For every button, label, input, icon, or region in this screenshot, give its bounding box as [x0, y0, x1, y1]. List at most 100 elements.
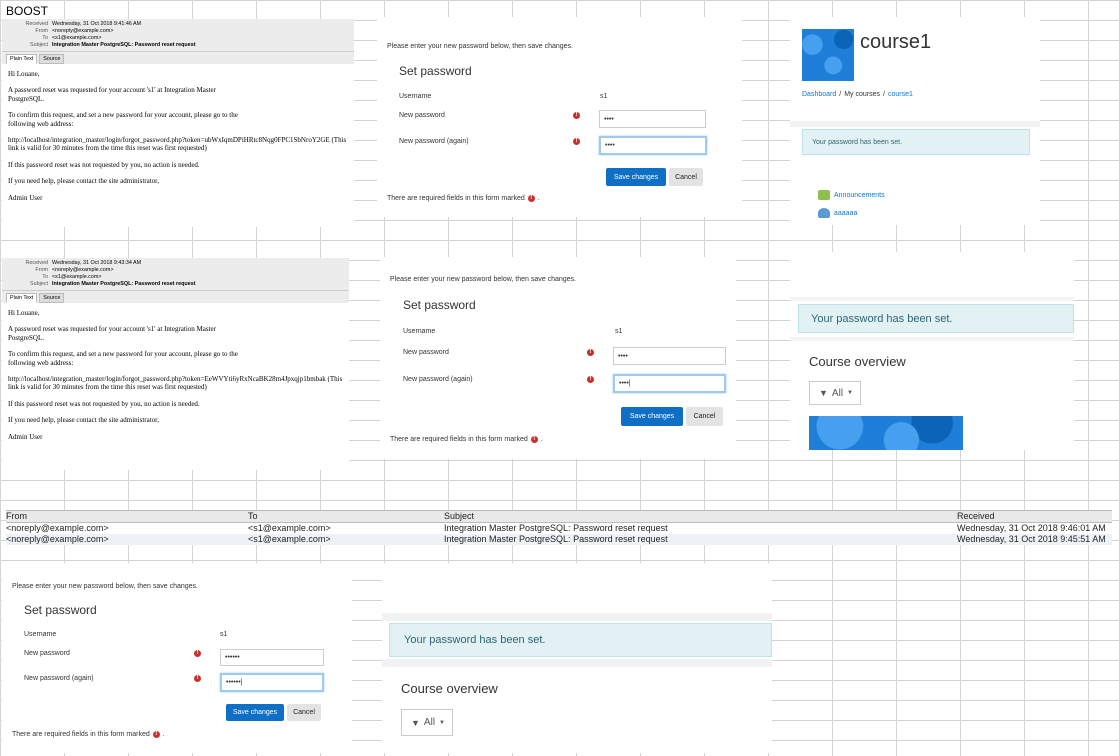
alert-text: Your password has been set.: [811, 312, 953, 325]
tab-plain-text[interactable]: Plain Text: [6, 54, 38, 64]
required-icon: !: [530, 436, 538, 443]
cell-to: <s1@example.com>: [248, 534, 331, 544]
filter-icon: ▼: [819, 388, 828, 398]
new-password-again-input[interactable]: ••••: [599, 136, 707, 155]
new-password-input[interactable]: ••••••: [220, 649, 324, 666]
filter-dropdown[interactable]: ▼ All ▼: [401, 709, 453, 736]
cancel-button[interactable]: Cancel: [669, 168, 703, 186]
new-password-again-label: New password (again): [24, 675, 94, 682]
required-icon: !: [194, 650, 201, 657]
required-note-text: There are required fields in this form m…: [390, 436, 528, 443]
email-body: Hi Louane, A password reset was requeste…: [2, 64, 354, 214]
lesson-icon: [818, 208, 830, 218]
received-value: Wednesday, 31 Oct 2018 9:43:34 AM: [52, 260, 142, 266]
received-label: Received: [25, 260, 48, 266]
activity-announcements[interactable]: Announcements: [818, 190, 885, 200]
dashboard-panel-1: Your password has been set. Course overv…: [790, 252, 1074, 450]
dashboard-panel-2: Your password has been set. Course overv…: [382, 563, 772, 753]
tab-source[interactable]: Source: [39, 54, 65, 64]
table-row[interactable]: <noreply@example.com> <s1@example.com> I…: [6, 523, 1112, 534]
tab-source[interactable]: Source: [39, 293, 65, 303]
table-header: From To Subject Received: [6, 510, 1112, 523]
email-panel-2: Received Wednesday, 31 Oct 2018 9:43:34 A…: [2, 258, 349, 470]
breadcrumb-dashboard[interactable]: Dashboard: [802, 91, 836, 98]
subject-label: Subject: [30, 42, 48, 48]
required-icon: !: [152, 731, 160, 738]
tab-plain-text[interactable]: Plain Text: [6, 293, 38, 303]
from-value: <noreply@example.com>: [52, 28, 114, 34]
required-icon: !: [587, 376, 594, 383]
from-label: From: [35, 28, 48, 34]
username-label: Username: [403, 328, 436, 335]
cell-to: <s1@example.com>: [248, 523, 331, 533]
divider: [790, 297, 1074, 301]
password-set-alert: Your password has been set.: [798, 304, 1074, 333]
course-overview-title: Course overview: [401, 681, 498, 696]
reset-link[interactable]: http://localhost/integration_master/logi…: [8, 375, 343, 392]
new-password-input[interactable]: ••••: [613, 347, 726, 365]
cancel-button[interactable]: Cancel: [287, 704, 321, 721]
new-password-again-input[interactable]: ••••••|: [220, 673, 324, 692]
filter-label: All: [423, 717, 436, 728]
to-label: To: [42, 35, 48, 41]
password-set-alert: Your password has been set.: [802, 129, 1030, 155]
new-password-again-input[interactable]: ••••|: [613, 374, 726, 393]
save-changes-button[interactable]: Save changes: [226, 704, 284, 721]
required-icon: !: [194, 675, 201, 682]
breadcrumb-separator: /: [883, 91, 885, 98]
header-received[interactable]: Received: [957, 511, 1112, 522]
filter-label: All: [831, 387, 844, 399]
chevron-down-icon: ▼: [439, 719, 445, 726]
cell-received: Wednesday, 31 Oct 2018 9:46:01 AM: [957, 523, 1106, 533]
email-line: If this password reset was not requested…: [8, 160, 200, 169]
subject-value: Integration Master PostgreSQL: Password …: [52, 42, 196, 48]
from-label: From: [35, 267, 48, 273]
required-note: There are required fields in this form m…: [387, 195, 540, 202]
form-intro: Please enter your new password below, th…: [12, 583, 199, 590]
required-note-text: There are required fields in this form m…: [12, 731, 150, 738]
username-label: Username: [24, 631, 57, 638]
activity-aaaaaa-label[interactable]: aaaaaa: [834, 210, 857, 217]
breadcrumb-course1[interactable]: course1: [888, 91, 913, 98]
cell-from: <noreply@example.com>: [6, 534, 109, 544]
new-password-again-label: New password (again): [399, 138, 469, 145]
to-value: <s1@example.com>: [52, 274, 102, 280]
new-password-label: New password: [403, 349, 449, 356]
mail-table: From To Subject Received <noreply@exampl…: [6, 510, 1112, 545]
divider: [790, 121, 1040, 127]
header-subject[interactable]: Subject: [444, 511, 957, 522]
activity-announcements-label[interactable]: Announcements: [834, 192, 885, 199]
required-icon: !: [573, 138, 580, 145]
form-intro: Please enter your new password below, th…: [387, 43, 574, 50]
form-title: Set password: [24, 603, 97, 617]
forum-icon: [818, 190, 830, 200]
cancel-button[interactable]: Cancel: [686, 407, 723, 426]
divider: [790, 337, 1074, 341]
save-changes-button[interactable]: Save changes: [606, 168, 666, 186]
required-icon: !: [527, 195, 535, 202]
header-from[interactable]: From: [6, 511, 248, 522]
reset-link[interactable]: http://localhost/integration_master/logi…: [8, 136, 348, 153]
email-line: If you need help, please contact the sit…: [8, 416, 159, 425]
required-note-end: .: [540, 436, 543, 443]
divider: [382, 613, 772, 621]
email-line: A password reset was requested for your …: [8, 86, 216, 103]
email-line: Hi Louane,: [8, 309, 40, 317]
set-password-form-3: Please enter your new password below, th…: [2, 563, 352, 753]
course-card-image[interactable]: [809, 416, 963, 450]
header-to[interactable]: To: [248, 511, 444, 522]
email-header: Received Wednesday, 31 Oct 2018 9:41:46 A…: [2, 19, 354, 52]
from-value: <noreply@example.com>: [52, 267, 114, 273]
subject-label: Subject: [30, 281, 48, 287]
filter-dropdown[interactable]: ▼ All ▼: [809, 381, 861, 405]
course-logo: [802, 29, 854, 81]
received-label: Received: [25, 21, 48, 27]
required-note-text: There are required fields in this form m…: [387, 195, 525, 202]
activity-aaaaaa[interactable]: aaaaaa: [818, 208, 857, 218]
alert-text: Your password has been set.: [404, 634, 546, 646]
new-password-input[interactable]: ••••: [599, 110, 706, 128]
divider: [382, 659, 772, 667]
table-row[interactable]: <noreply@example.com> <s1@example.com> I…: [6, 534, 1112, 545]
save-changes-button[interactable]: Save changes: [621, 407, 683, 426]
to-value: <s1@example.com>: [52, 35, 102, 41]
